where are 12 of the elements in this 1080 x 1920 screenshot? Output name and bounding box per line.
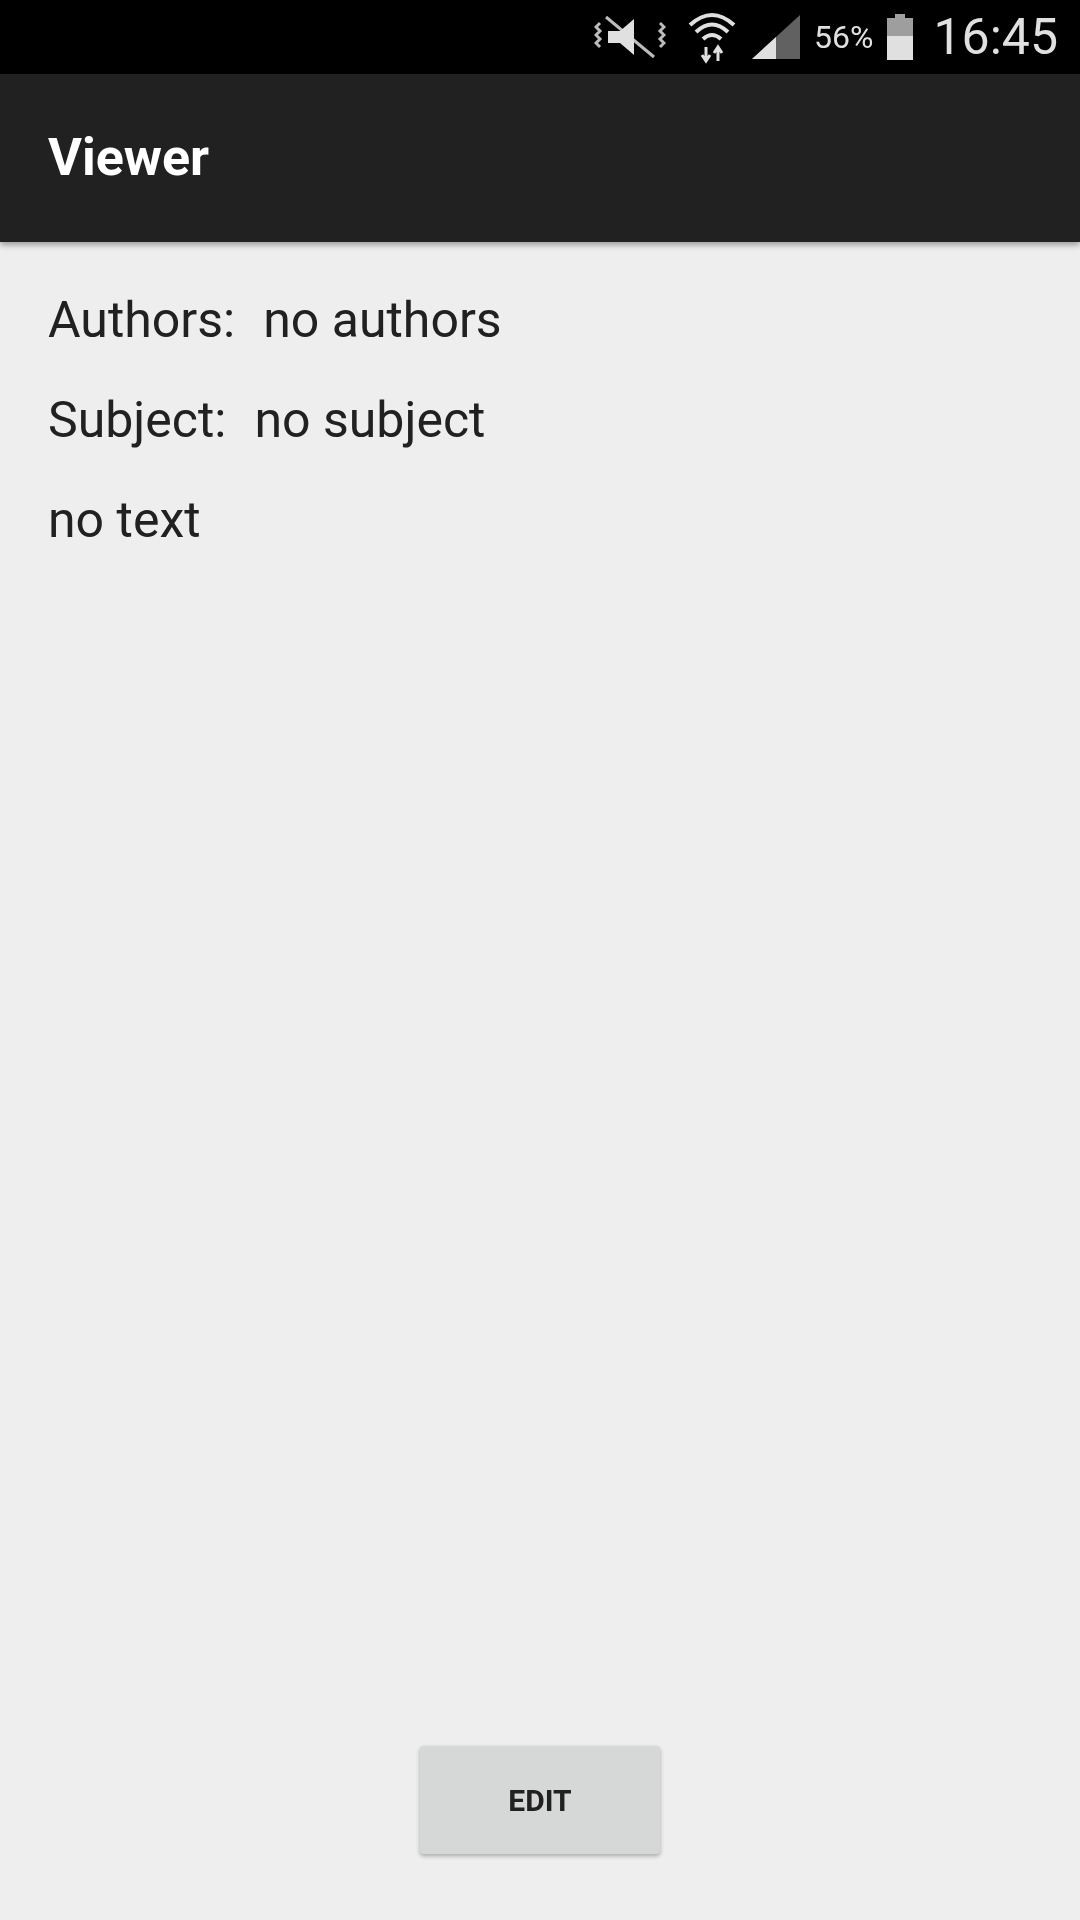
field-value: no authors (263, 290, 502, 351)
edit-button[interactable]: EDIT (420, 1746, 660, 1854)
field-label: Authors: (48, 290, 236, 351)
battery-icon (887, 14, 914, 60)
field-label: Subject: (48, 390, 227, 451)
field-value: no subject (254, 390, 486, 451)
vibrate-mute-icon (594, 13, 667, 61)
signal-icon (752, 15, 801, 59)
battery-percentage: 56% (814, 17, 874, 58)
app-title: Viewer (48, 126, 210, 190)
clock: 16:45 (933, 6, 1058, 68)
body-text: no text (48, 490, 202, 551)
